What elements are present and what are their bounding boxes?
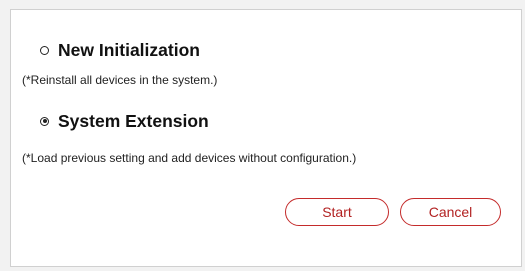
new-initialization-option[interactable]: New Initialization: [40, 40, 200, 60]
initialization-panel: New Initialization (*Reinstall all devic…: [10, 9, 522, 267]
cancel-button[interactable]: Cancel: [400, 198, 501, 226]
system-extension-option[interactable]: System Extension: [40, 111, 209, 131]
new-initialization-note: (*Reinstall all devices in the system.): [22, 73, 218, 87]
start-button[interactable]: Start: [285, 198, 389, 226]
new-initialization-label: New Initialization: [58, 40, 200, 60]
system-extension-label: System Extension: [58, 111, 209, 131]
system-extension-note: (*Load previous setting and add devices …: [22, 151, 357, 165]
system-extension-radio[interactable]: [40, 116, 49, 126]
new-initialization-radio[interactable]: [40, 45, 49, 55]
